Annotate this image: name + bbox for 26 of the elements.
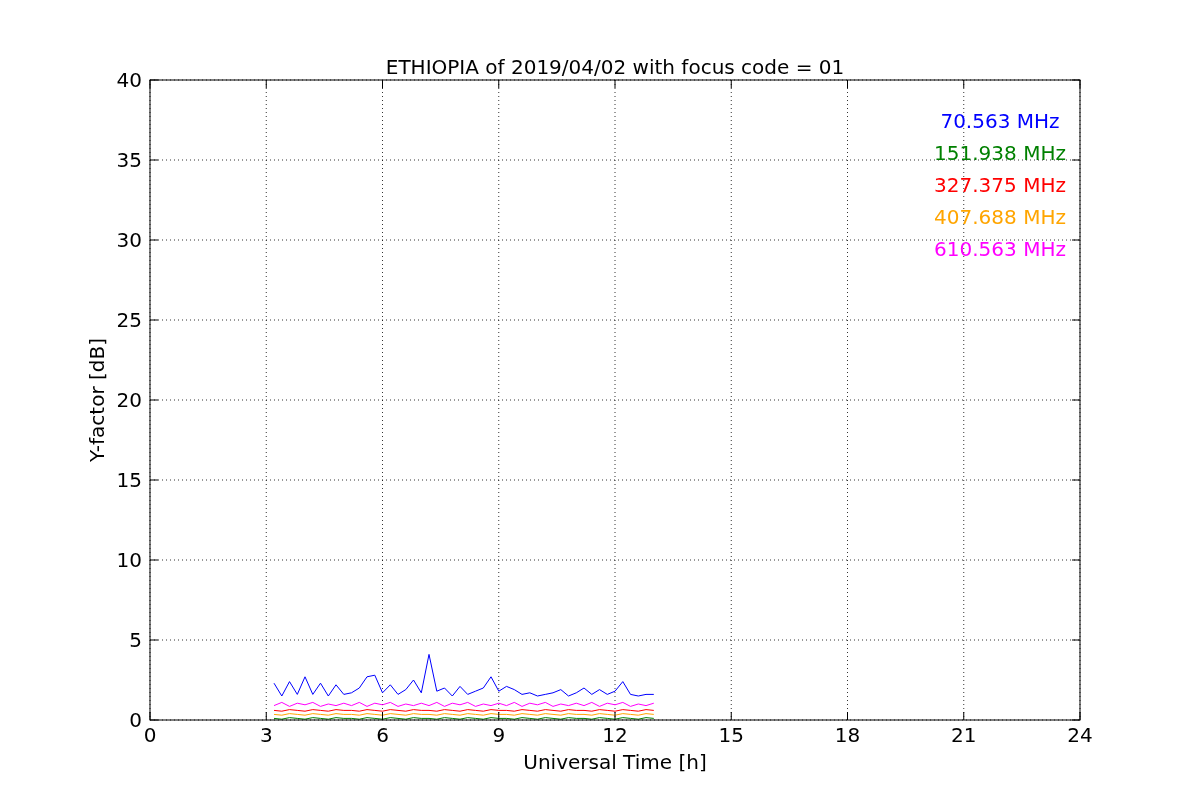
tick-label: 0 <box>129 708 142 732</box>
tick-label: 15 <box>718 723 744 747</box>
tick-label: 5 <box>129 628 142 652</box>
legend-label: 407.688 MHz <box>934 205 1066 229</box>
tick-label: 18 <box>834 723 861 747</box>
legend-label: 151.938 MHz <box>934 141 1066 165</box>
legend-label: 70.563 MHz <box>940 109 1060 133</box>
tick-label: 15 <box>116 468 142 492</box>
tick-label: 40 <box>116 68 142 92</box>
tick-label: 24 <box>1067 723 1093 747</box>
tick-label: 25 <box>116 308 142 332</box>
tick-label: 10 <box>116 548 142 572</box>
legend-label: 327.375 MHz <box>934 173 1066 197</box>
tick-label: 30 <box>116 228 142 252</box>
tick-label: 20 <box>116 388 142 412</box>
tick-label: 0 <box>143 723 157 747</box>
tick-label: 6 <box>376 723 389 747</box>
chart-title: ETHIOPIA of 2019/04/02 with focus code = 01 <box>385 55 845 79</box>
tick-label: 35 <box>116 148 142 172</box>
y-axis-label: Y-factor [dB] <box>85 338 109 462</box>
tick-label: 12 <box>602 723 628 747</box>
x-axis-label: Universal Time [h] <box>523 750 707 774</box>
tick-label: 3 <box>259 723 273 747</box>
tick-label: 9 <box>492 723 506 747</box>
tick-label: 21 <box>951 723 977 747</box>
legend-label: 610.563 MHz <box>934 237 1066 261</box>
